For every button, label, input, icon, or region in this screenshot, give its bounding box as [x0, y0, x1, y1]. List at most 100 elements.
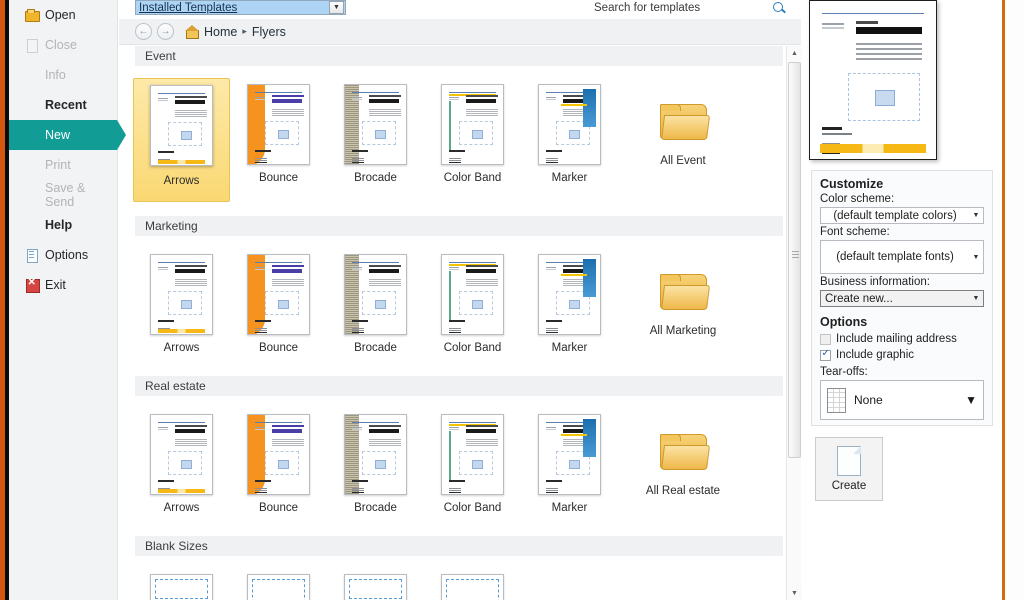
search-input[interactable]: [594, 0, 772, 17]
template-folder-card[interactable]: All Real estate: [618, 408, 748, 522]
vertical-scrollbar[interactable]: ▲ ▼: [786, 46, 802, 600]
template-row: Arrows Bounce Brocade Color Band Marker All E…: [119, 66, 801, 202]
template-card[interactable]: Color Band: [424, 408, 521, 522]
thumb-pic: [265, 291, 299, 315]
color-scheme-select[interactable]: (default template colors) ▼: [820, 207, 984, 224]
chevron-down-icon[interactable]: ▼: [969, 295, 983, 302]
template-thumbnail[interactable]: [247, 413, 310, 495]
folder-icon[interactable]: [659, 274, 710, 311]
template-thumbnail[interactable]: [344, 254, 407, 335]
sidebar-item-open[interactable]: Open: [9, 0, 117, 30]
blank-template-thumbnail[interactable]: [247, 573, 310, 600]
thumb-logo: [546, 426, 559, 432]
folder-icon[interactable]: [659, 104, 710, 141]
scroll-down-icon[interactable]: ▼: [787, 586, 802, 600]
sidebar-item-new[interactable]: New: [9, 120, 126, 150]
template-thumbnail[interactable]: [150, 85, 213, 166]
chevron-down-icon[interactable]: ▼: [329, 1, 344, 14]
sidebar-item-exit[interactable]: Exit: [9, 270, 117, 300]
tear-offs-select[interactable]: None ▼: [820, 380, 984, 420]
template-card[interactable]: Color Band: [424, 78, 521, 202]
template-thumbnail[interactable]: [247, 254, 310, 335]
thumb-body: [175, 110, 207, 111]
sidebar-item-help[interactable]: Help: [9, 210, 117, 240]
breadcrumb-home[interactable]: Home: [204, 25, 237, 39]
thumb-h1: [369, 95, 401, 97]
thumb-pic: [168, 291, 202, 315]
template-folder-card[interactable]: All Event: [618, 78, 748, 202]
template-card[interactable]: [327, 568, 424, 600]
template-row: Arrows Bounce Brocade Color Band Marker All M…: [119, 236, 801, 362]
template-card[interactable]: Bounce: [230, 78, 327, 202]
template-card[interactable]: Marker: [521, 408, 618, 522]
thumb-h2: [369, 269, 399, 273]
include-mailing-address-checkbox[interactable]: [820, 333, 831, 345]
back-button[interactable]: ←: [135, 23, 152, 40]
sidebar-item-label: New: [45, 128, 71, 142]
template-card[interactable]: Color Band: [424, 248, 521, 362]
folder-icon[interactable]: [659, 433, 710, 471]
sidebar-item-recent[interactable]: Recent: [9, 90, 117, 120]
template-thumbnail[interactable]: [150, 254, 213, 335]
include-graphic-checkbox[interactable]: [820, 348, 831, 361]
template-thumbnail[interactable]: [344, 413, 407, 495]
template-card[interactable]: Brocade: [327, 408, 424, 522]
chevron-down-icon[interactable]: ▼: [969, 254, 983, 261]
blank-template-thumbnail[interactable]: [344, 573, 407, 600]
template-thumbnail[interactable]: [538, 413, 601, 495]
template-thumbnail[interactable]: [247, 84, 310, 165]
thumb-foot: [255, 320, 271, 322]
scroll-up-icon[interactable]: ▲: [787, 46, 802, 60]
create-button[interactable]: Create: [815, 437, 883, 501]
template-folder-card[interactable]: All Marketing: [618, 248, 748, 362]
template-source-dropdown[interactable]: Installed Templates ▼: [135, 0, 346, 15]
thumb-foot2: [546, 158, 558, 159]
home-icon[interactable]: [184, 25, 199, 39]
template-card[interactable]: Bounce: [230, 248, 327, 362]
blank-template-thumbnail[interactable]: [150, 573, 213, 600]
template-label: Bounce: [258, 172, 298, 184]
template-search[interactable]: [594, 0, 787, 17]
template-card[interactable]: Arrows: [133, 408, 230, 522]
template-thumbnail[interactable]: [441, 84, 504, 165]
sidebar-item-options[interactable]: Options: [9, 240, 117, 270]
thumb-logo: [255, 97, 268, 102]
exit-icon: [25, 277, 40, 293]
template-card[interactable]: Arrows: [133, 248, 230, 362]
sidebar-item-label: Exit: [45, 278, 66, 292]
font-scheme-select[interactable]: (default template fonts) ▼: [820, 240, 984, 274]
create-button-label: Create: [831, 480, 867, 492]
thumb-body: [175, 438, 207, 440]
template-card[interactable]: [424, 568, 521, 600]
sidebar-item-save-send: Save & Send: [9, 180, 117, 210]
template-thumbnail[interactable]: [538, 84, 601, 165]
template-thumbnail[interactable]: [441, 254, 504, 335]
template-card[interactable]: Arrows: [133, 78, 230, 202]
template-label: Brocade: [354, 501, 397, 514]
template-card[interactable]: Marker: [521, 78, 618, 202]
forward-button[interactable]: →: [157, 23, 174, 40]
template-thumbnail[interactable]: [441, 413, 504, 495]
template-thumbnail[interactable]: [344, 84, 407, 165]
window-edge-right-white: [1005, 0, 1024, 600]
breadcrumb-current[interactable]: Flyers: [252, 25, 286, 39]
template-card[interactable]: Bounce: [230, 408, 327, 522]
template-thumbnail[interactable]: [150, 413, 213, 495]
scrollbar-thumb[interactable]: [788, 62, 801, 458]
template-card[interactable]: [230, 568, 327, 600]
template-card[interactable]: Brocade: [327, 248, 424, 362]
template-card[interactable]: Brocade: [327, 78, 424, 202]
search-icon[interactable]: [772, 1, 787, 16]
business-info-select[interactable]: Create new... ▼: [820, 290, 984, 307]
template-card[interactable]: [133, 568, 230, 600]
thumb-foot2: [546, 487, 558, 489]
thumb-body: [369, 438, 401, 440]
blank-template-thumbnail[interactable]: [441, 573, 504, 600]
thumb-h2: [466, 428, 496, 433]
chevron-down-icon[interactable]: ▼: [969, 212, 983, 219]
include-graphic-row[interactable]: Include graphic: [820, 348, 984, 361]
template-card[interactable]: Marker: [521, 248, 618, 362]
include-mailing-address-row[interactable]: Include mailing address: [820, 333, 984, 345]
template-thumbnail[interactable]: [538, 254, 601, 335]
chevron-down-icon[interactable]: ▼: [965, 393, 977, 407]
